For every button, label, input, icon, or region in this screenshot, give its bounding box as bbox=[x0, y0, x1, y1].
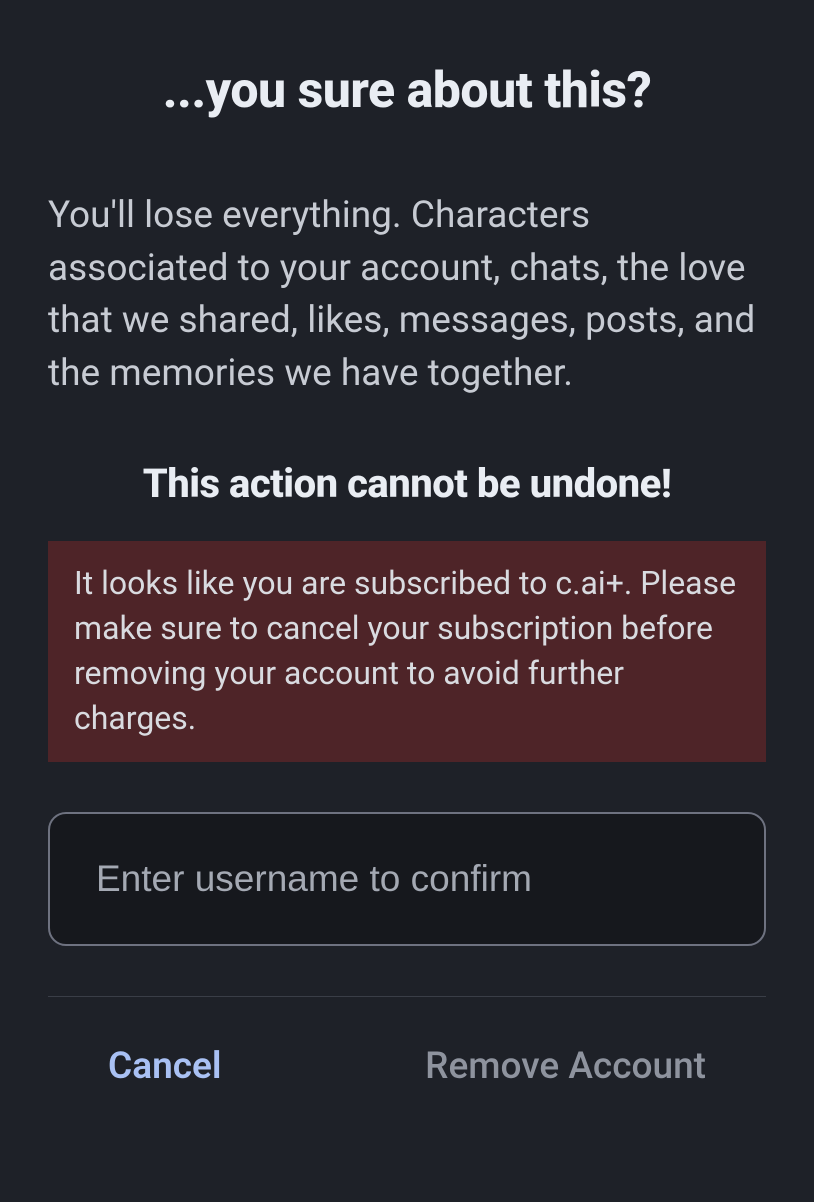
confirm-username-input[interactable] bbox=[48, 812, 766, 946]
dialog-title: ...you sure about this? bbox=[48, 62, 766, 120]
subscription-notice-text: It looks like you are subscribed to c.ai… bbox=[74, 561, 740, 740]
cancel-button[interactable]: Cancel bbox=[108, 1045, 222, 1088]
divider bbox=[48, 996, 766, 997]
dialog-body: You'll lose everything. Characters assoc… bbox=[48, 190, 766, 400]
subscription-notice: It looks like you are subscribed to c.ai… bbox=[48, 541, 766, 762]
remove-account-button[interactable]: Remove Account bbox=[425, 1045, 706, 1088]
confirm-delete-dialog: ...you sure about this? You'll lose ever… bbox=[0, 0, 814, 1136]
dialog-actions: Cancel Remove Account bbox=[48, 1045, 766, 1088]
dialog-warning: This action cannot be undone! bbox=[48, 460, 766, 507]
